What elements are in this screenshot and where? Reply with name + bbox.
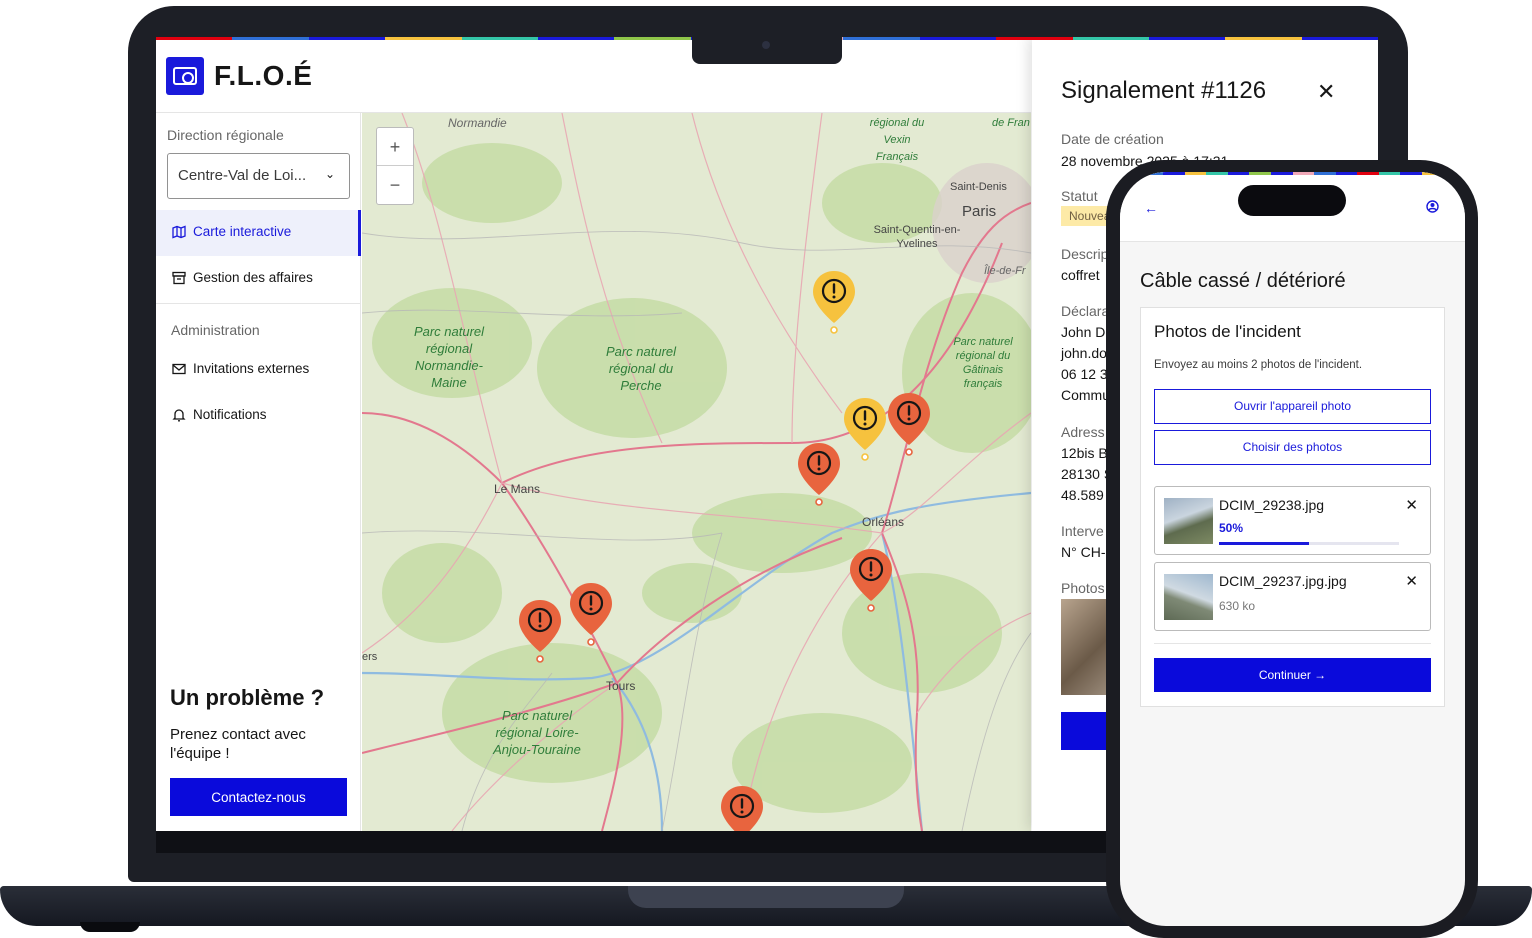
archive-icon — [172, 271, 186, 285]
map-label: de Fran — [992, 117, 1030, 129]
file-size: 630 ko — [1219, 599, 1256, 613]
interactive-map[interactable]: + − Normandie régional du Vexin Français… — [362, 113, 1031, 831]
upload-progress-bar — [1219, 542, 1399, 545]
region-select-value: Centre-Val de Loi... — [178, 167, 307, 184]
phone-screen: ← Câble cassé / détérioré Photos de l'in… — [1120, 172, 1465, 926]
choose-photos-button[interactable]: Choisir des photos — [1154, 430, 1431, 465]
map-pin-urgent[interactable] — [517, 598, 563, 664]
photos-card: Photos de l'incident Envoyez au moins 2 … — [1140, 307, 1445, 707]
city-label: Saint-Denis — [950, 181, 1007, 193]
close-icon[interactable]: ✕ — [1317, 79, 1335, 105]
map-pin-urgent[interactable] — [719, 784, 765, 831]
city-label: ers — [362, 651, 378, 663]
card-subtitle: Envoyez au moins 2 photos de l'incident. — [1154, 359, 1363, 371]
laptop-foot — [80, 922, 140, 932]
intervention-label: Interve — [1061, 523, 1104, 539]
file-thumbnail — [1164, 574, 1213, 620]
map-label: Parc naturel régional du Perche — [605, 344, 677, 393]
photos-label: Photos — [1061, 580, 1105, 596]
file-row: DCIM_29238.jpg 50% ✕ — [1154, 486, 1431, 555]
region-select[interactable]: Centre-Val de Loi... ⌄ — [167, 153, 350, 199]
sidebar-item-gestion-affaires[interactable]: Gestion des affaires — [156, 256, 361, 302]
remove-file-icon[interactable]: ✕ — [1405, 572, 1418, 590]
open-camera-button[interactable]: Ouvrir l'appareil photo — [1154, 389, 1431, 424]
region-label: Direction régionale — [167, 127, 284, 143]
declarant-email: john.do — [1061, 345, 1107, 361]
camera-notch — [692, 37, 842, 64]
upload-progress-fill — [1219, 542, 1309, 545]
remove-file-icon[interactable]: ✕ — [1405, 496, 1418, 514]
map-pin-urgent[interactable] — [796, 441, 842, 507]
zoom-in-button[interactable]: + — [377, 128, 413, 166]
file-thumbnail — [1164, 498, 1213, 544]
city-label: Orléans — [862, 515, 905, 529]
chevron-down-icon: ⌄ — [324, 167, 335, 181]
map-label: Normandie — [448, 116, 507, 130]
created-label: Date de création — [1061, 131, 1164, 147]
admin-section-label: Administration — [171, 322, 260, 338]
map-pin-urgent[interactable] — [568, 581, 614, 647]
address-label: Adress — [1061, 424, 1105, 440]
declarant-phone: 06 12 3 — [1061, 366, 1108, 382]
mail-icon — [172, 362, 186, 376]
map-label: Parc naturel régional Normandie-Maine — [413, 324, 485, 390]
status-label: Statut — [1061, 188, 1098, 204]
laptop-hinge — [628, 886, 904, 908]
file-row: DCIM_29237.jpg.jpg 630 ko ✕ — [1154, 562, 1431, 631]
address-coords: 48.589 — [1061, 487, 1104, 503]
declarant-commune: Commu — [1061, 387, 1111, 403]
user-icon[interactable] — [1426, 200, 1439, 216]
zoom-control: + − — [376, 127, 414, 205]
intervention-value: N° CH- — [1061, 544, 1106, 560]
map-label: régional du Vexin Français — [869, 117, 925, 163]
city-label: Le Mans — [494, 482, 541, 496]
map-pin-urgent[interactable] — [886, 391, 932, 457]
map-pin-urgent[interactable] — [848, 547, 894, 613]
divider — [156, 303, 361, 304]
sidebar: Direction régionale Centre-Val de Loi...… — [156, 113, 361, 831]
sidebar-item-label: Invitations externes — [193, 361, 310, 376]
dynamic-island — [1238, 185, 1346, 216]
phone-frame: ← Câble cassé / détérioré Photos de l'in… — [1106, 160, 1478, 938]
card-title: Photos de l'incident — [1154, 322, 1301, 341]
logo-icon[interactable] — [166, 57, 204, 95]
map-label: Île-de-Fr — [984, 265, 1026, 277]
sidebar-item-notifications[interactable]: Notifications — [156, 393, 361, 439]
declarant-label: Déclara — [1061, 303, 1110, 319]
continue-button[interactable]: Continuer → — [1154, 658, 1431, 692]
map-pin-nouveau[interactable] — [811, 269, 857, 335]
incident-type-title: Câble cassé / détérioré — [1140, 270, 1346, 292]
upload-percent: 50% — [1219, 521, 1244, 535]
map-label: Parc naturel régional Loire-Anjou-Tourai… — [493, 708, 581, 757]
help-title: Un problème ? — [170, 685, 325, 710]
sidebar-item-label: Carte interactive — [193, 224, 292, 239]
map-icon — [172, 225, 186, 239]
description-label: Descrip — [1061, 246, 1109, 262]
file-name: DCIM_29237.jpg.jpg — [1219, 573, 1347, 589]
bell-icon — [172, 408, 186, 422]
city-label: Saint-Quentin-en-Yvelines — [873, 224, 961, 250]
contact-button[interactable]: Contactez-nous — [170, 778, 347, 816]
map-label: Parc naturel régional du Gâtinais frança… — [953, 336, 1013, 390]
back-arrow-icon[interactable]: ← — [1144, 200, 1158, 216]
help-text: Prenez contact avec l'équipe ! — [170, 726, 306, 762]
zoom-out-button[interactable]: − — [377, 166, 413, 204]
sidebar-item-carte-interactive[interactable]: Carte interactive — [156, 210, 361, 256]
panel-title: Signalement #1126 — [1061, 77, 1267, 104]
sidebar-item-label: Gestion des affaires — [193, 270, 313, 285]
description-value: coffret — [1061, 267, 1100, 283]
city-label: Tours — [606, 679, 636, 693]
app-header: F.L.O.É — [156, 40, 1031, 113]
camera-icon — [762, 41, 770, 49]
brand-stripe — [1120, 172, 1465, 175]
brand-name[interactable]: F.L.O.É — [214, 60, 312, 92]
sidebar-item-label: Notifications — [193, 407, 267, 422]
map-pin-nouveau[interactable] — [842, 396, 888, 462]
city-label: Paris — [962, 203, 997, 220]
file-name: DCIM_29238.jpg — [1219, 497, 1325, 513]
divider — [1154, 643, 1431, 644]
sidebar-item-invitations[interactable]: Invitations externes — [156, 347, 361, 393]
map-background — [362, 113, 1031, 831]
